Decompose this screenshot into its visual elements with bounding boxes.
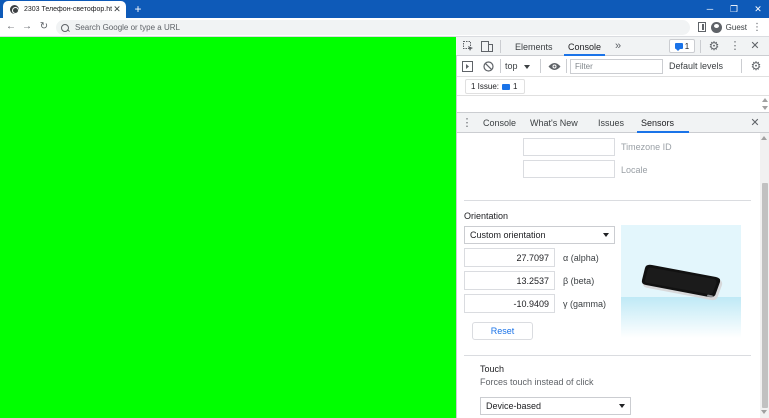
omnibox[interactable] <box>56 20 690 35</box>
separator <box>741 59 742 73</box>
clear-console-icon[interactable] <box>481 59 495 75</box>
gamma-label: γ (gamma) <box>563 299 607 309</box>
gamma-input[interactable] <box>464 294 555 313</box>
phone-model-icon <box>641 264 723 301</box>
context-selector[interactable]: top <box>505 59 535 74</box>
timezone-input[interactable] <box>523 138 615 156</box>
separator <box>500 59 501 73</box>
settings-gear-icon[interactable]: ⚙ <box>706 38 722 54</box>
back-icon[interactable]: ← <box>4 19 18 35</box>
minimize-button[interactable]: ─ <box>700 0 720 18</box>
message-icon <box>674 43 683 51</box>
close-window-button[interactable]: ✕ <box>748 0 768 18</box>
touch-selected: Device-based <box>486 401 542 411</box>
dropdown-arrow-icon <box>524 64 531 69</box>
scrollbar-thumb[interactable] <box>762 183 768 408</box>
section-divider <box>464 355 751 356</box>
log-levels-value: Default levels <box>669 61 724 71</box>
orientation-select[interactable]: Custom orientation <box>464 226 615 244</box>
devtools-menu-icon[interactable]: ⋮ <box>728 38 742 54</box>
beta-input[interactable] <box>464 271 555 290</box>
section-divider <box>464 200 751 201</box>
orientation-preview[interactable] <box>621 225 741 338</box>
orientation-selected: Custom orientation <box>470 230 546 240</box>
separator <box>700 40 701 53</box>
console-messages[interactable] <box>457 96 769 112</box>
drawer-tab-console[interactable]: Console <box>479 113 520 133</box>
scroll-down-arrow-icon[interactable] <box>762 106 768 110</box>
side-panel-icon[interactable] <box>698 22 706 32</box>
issues-bar-count: 1 <box>513 82 518 91</box>
avatar-icon <box>711 22 722 33</box>
issues-counter-button[interactable]: 1 <box>669 39 695 53</box>
more-tabs-icon[interactable]: » <box>611 38 625 54</box>
search-icon <box>61 23 69 32</box>
timezone-label: Timezone ID <box>621 142 672 152</box>
tab-close-icon[interactable]: ✕ <box>112 4 122 15</box>
scroll-up-arrow-icon[interactable] <box>761 136 767 140</box>
new-tab-button[interactable]: + <box>131 1 145 17</box>
drawer-tab-sensors[interactable]: Sensors ✕ <box>637 113 689 148</box>
touch-select[interactable]: Device-based <box>480 397 631 415</box>
profile-label: Guest <box>725 23 747 32</box>
live-expression-eye-icon[interactable] <box>546 59 562 75</box>
scroll-up-arrow-icon[interactable] <box>762 98 768 102</box>
omnibox-input[interactable] <box>75 23 635 32</box>
close-drawer-icon[interactable]: ✕ <box>748 115 762 131</box>
touch-description: Forces touch instead of click <box>480 377 594 387</box>
orientation-heading: Orientation <box>464 211 509 221</box>
console-settings-gear-icon[interactable]: ⚙ <box>748 58 764 74</box>
tab-elements[interactable]: Elements <box>511 38 557 56</box>
separator <box>540 59 541 73</box>
separator <box>500 40 501 53</box>
drawer-tab-whats-new[interactable]: What's New <box>526 113 582 133</box>
message-icon <box>502 83 511 90</box>
beta-label: β (beta) <box>563 276 595 286</box>
dropdown-arrow-icon <box>603 233 609 237</box>
restore-button[interactable]: ❐ <box>724 0 744 18</box>
log-levels-dropdown[interactable]: Default levels <box>669 59 735 84</box>
device-toolbar-icon[interactable] <box>480 38 494 54</box>
reset-orientation-button[interactable]: Reset <box>472 322 533 340</box>
dropdown-arrow-icon <box>619 404 625 408</box>
issues-count: 1 <box>684 41 690 51</box>
show-sidebar-icon[interactable] <box>460 59 474 75</box>
page-viewport <box>0 37 456 418</box>
scroll-down-arrow-icon[interactable] <box>761 410 767 414</box>
forward-icon[interactable]: → <box>20 19 34 35</box>
context-value: top <box>505 61 518 71</box>
issues-link-button[interactable]: 1 Issue: 1 <box>465 79 525 94</box>
separator <box>566 59 567 73</box>
alpha-label: α (alpha) <box>563 253 599 263</box>
issues-label: 1 Issue: <box>471 82 500 91</box>
drawer-menu-icon[interactable]: ⋮ <box>461 115 473 131</box>
reload-icon[interactable]: ↻ <box>37 19 51 35</box>
browser-tab[interactable]: 2303 Телефон-светофор.html ✕ <box>3 1 126 18</box>
console-filter-input[interactable] <box>570 59 663 74</box>
touch-heading: Touch <box>480 364 505 374</box>
tab-title: 2303 Телефон-светофор.html <box>24 6 112 13</box>
tab-console[interactable]: Console <box>564 38 606 56</box>
drawer-tab-issues[interactable]: Issues <box>594 113 628 133</box>
drawer-tab-sensors-label: Sensors <box>641 118 675 128</box>
inspect-element-icon[interactable] <box>461 38 475 54</box>
alpha-input[interactable] <box>464 248 555 267</box>
close-devtools-icon[interactable]: ✕ <box>748 38 762 54</box>
globe-icon <box>10 5 19 14</box>
profile-button[interactable]: Guest <box>711 20 747 35</box>
browser-menu-icon[interactable]: ⋮ <box>752 20 762 35</box>
locale-label: Locale <box>621 165 648 175</box>
locale-input[interactable] <box>523 160 615 178</box>
